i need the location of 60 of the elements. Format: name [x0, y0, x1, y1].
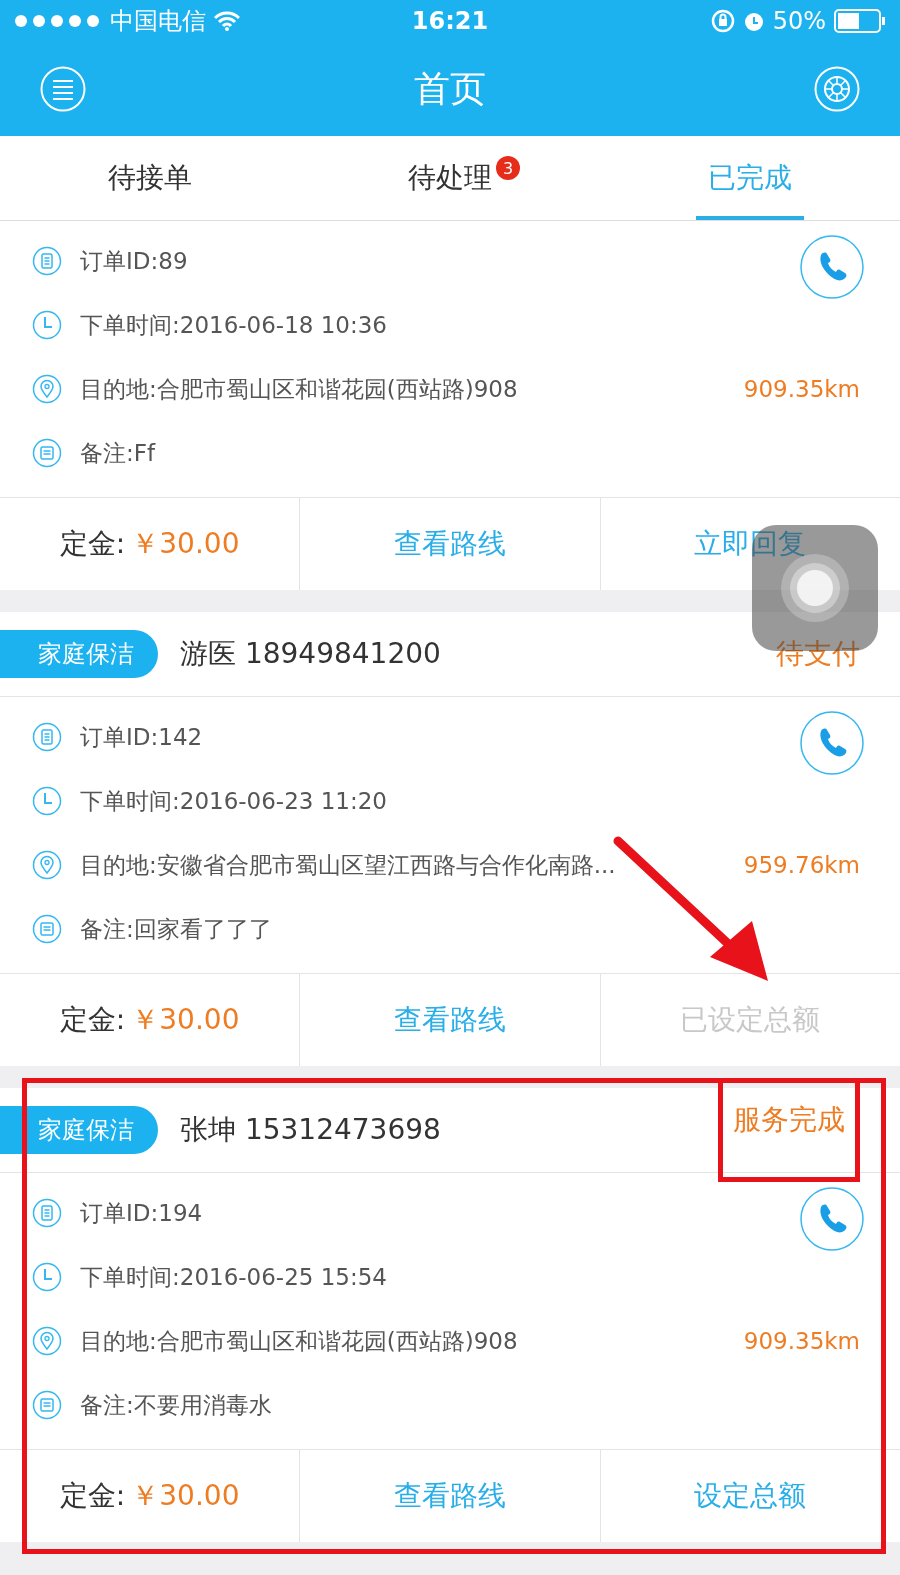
battery-percent: 50%: [772, 7, 826, 35]
remark: 备注:回家看了了了: [80, 914, 273, 944]
category-tag: 家庭保洁: [0, 630, 158, 678]
order-time: 下单时间:2016-06-23 11:20: [80, 786, 388, 816]
order-status: 待支付: [776, 636, 860, 672]
note-icon: [32, 914, 62, 944]
location-pin-icon: [32, 1326, 62, 1356]
deposit-amount: ￥30.00: [131, 1002, 240, 1038]
distance: 909.35km: [743, 376, 860, 402]
deposit-amount: ￥30.00: [131, 526, 240, 562]
destination: 目的地:安徽省合肥市蜀山区望江西路与合作化南路...: [80, 850, 617, 880]
signal-icon: [14, 14, 102, 28]
destination: 目的地:合肥市蜀山区和谐花园(西站路)908: [80, 374, 519, 404]
order-time: 下单时间:2016-06-18 10:36: [80, 310, 388, 340]
clock-icon: [32, 786, 62, 816]
page-title: 首页: [414, 66, 486, 111]
battery-icon: [834, 9, 886, 33]
clock-icon: [32, 310, 62, 340]
deposit-amount: ￥30.00: [131, 1478, 240, 1514]
tab[interactable]: 待接单: [0, 136, 300, 220]
order-id: 订单ID:194: [80, 1198, 204, 1228]
location-pin-icon: [32, 850, 62, 880]
clock-time: 16:21: [411, 7, 489, 35]
action-button[interactable]: 查看路线: [384, 525, 516, 563]
settings-icon[interactable]: [814, 66, 860, 112]
deposit-label: 定金:: [59, 1002, 126, 1038]
carrier-name: 中国电信: [110, 6, 206, 37]
phone-call-icon[interactable]: [800, 711, 864, 775]
category-tag: 家庭保洁: [0, 1106, 158, 1154]
remark: 备注:不要用消毒水: [80, 1390, 273, 1420]
alarm-icon: [742, 10, 765, 32]
order-time: 下单时间:2016-06-25 15:54: [80, 1262, 388, 1292]
order-id: 订单ID:89: [80, 246, 189, 276]
location-pin-icon: [32, 374, 62, 404]
phone-call-icon[interactable]: [800, 1187, 864, 1251]
count-badge: 3: [496, 156, 520, 180]
action-button[interactable]: 设定总额: [684, 1477, 817, 1515]
distance: 959.76km: [743, 852, 860, 878]
deposit-label: 定金:: [59, 526, 126, 562]
deposit-label: 定金:: [59, 1478, 126, 1514]
action-button[interactable]: 查看路线: [384, 1477, 516, 1515]
action-button[interactable]: 查看路线: [384, 1001, 516, 1039]
customer-name-phone: 张坤 15312473698: [180, 1112, 442, 1148]
wifi-icon: [214, 11, 240, 31]
clipboard-icon: [32, 246, 62, 276]
clock-icon: [32, 1262, 62, 1292]
clipboard-icon: [32, 722, 62, 752]
action-button[interactable]: 立即回复: [684, 525, 817, 563]
clipboard-icon: [32, 1198, 62, 1228]
customer-name-phone: 游医 18949841200: [180, 636, 442, 672]
destination: 目的地:合肥市蜀山区和谐花园(西站路)908: [80, 1326, 519, 1356]
rotation-lock-icon: [710, 9, 735, 33]
remark: 备注:Ff: [80, 438, 157, 468]
phone-call-icon[interactable]: [800, 235, 864, 299]
distance: 909.35km: [743, 1328, 860, 1354]
note-icon: [32, 1390, 62, 1420]
order-id: 订单ID:142: [80, 722, 204, 752]
note-icon: [32, 438, 62, 468]
menu-icon[interactable]: [40, 66, 86, 112]
tab[interactable]: 待处理 3: [300, 136, 600, 220]
